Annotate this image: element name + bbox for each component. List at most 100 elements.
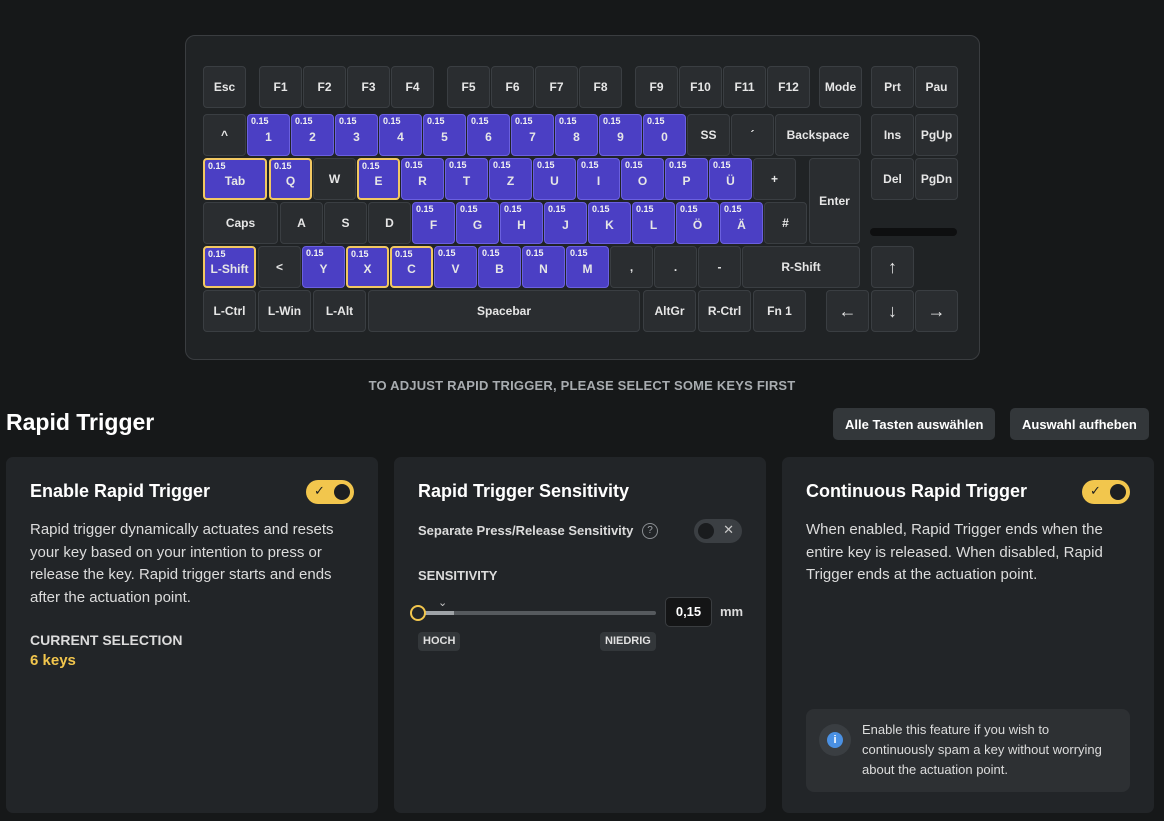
select-all-button[interactable]: Alle Tasten auswählen bbox=[833, 408, 996, 440]
key-s[interactable]: S bbox=[324, 202, 367, 244]
key-f1[interactable]: F1 bbox=[259, 66, 302, 108]
key-2[interactable]: 2 0.15 bbox=[291, 114, 334, 156]
key-r-ctrl[interactable]: R-Ctrl bbox=[698, 290, 751, 332]
sensitivity-handle[interactable] bbox=[410, 605, 426, 621]
key-+[interactable]: + bbox=[753, 158, 796, 200]
key-y[interactable]: Y 0.15 bbox=[302, 246, 345, 288]
key-label: L-Ctrl bbox=[213, 304, 246, 318]
key-5[interactable]: 5 0.15 bbox=[423, 114, 466, 156]
key-0[interactable]: 0 0.15 bbox=[643, 114, 686, 156]
key-9[interactable]: 9 0.15 bbox=[599, 114, 642, 156]
key-<[interactable]: < bbox=[258, 246, 301, 288]
clear-selection-button[interactable]: Auswahl aufheben bbox=[1010, 408, 1149, 440]
key-spacebar[interactable]: Spacebar bbox=[368, 290, 640, 332]
key--[interactable]: - bbox=[698, 246, 741, 288]
key-label: F4 bbox=[405, 80, 420, 94]
key-pgup[interactable]: PgUp bbox=[915, 114, 958, 156]
key-e[interactable]: E 0.15 bbox=[357, 158, 400, 200]
key-p[interactable]: P 0.15 bbox=[665, 158, 708, 200]
key-4[interactable]: 4 0.15 bbox=[379, 114, 422, 156]
key-m[interactable]: M 0.15 bbox=[566, 246, 609, 288]
key-k[interactable]: K 0.15 bbox=[588, 202, 631, 244]
key-←[interactable]: ← bbox=[826, 290, 869, 332]
key-ins[interactable]: Ins bbox=[871, 114, 914, 156]
key-r[interactable]: R 0.15 bbox=[401, 158, 444, 200]
key-1[interactable]: 1 0.15 bbox=[247, 114, 290, 156]
key-→[interactable]: → bbox=[915, 290, 958, 332]
key-f4[interactable]: F4 bbox=[391, 66, 434, 108]
key-label: U bbox=[550, 174, 559, 188]
key-v[interactable]: V 0.15 bbox=[434, 246, 477, 288]
key-value: 0.15 bbox=[208, 249, 226, 259]
key-n[interactable]: N 0.15 bbox=[522, 246, 565, 288]
key-f[interactable]: F 0.15 bbox=[412, 202, 455, 244]
key-t[interactable]: T 0.15 bbox=[445, 158, 488, 200]
key-f7[interactable]: F7 bbox=[535, 66, 578, 108]
key-pgdn[interactable]: PgDn bbox=[915, 158, 958, 200]
key-x[interactable]: X 0.15 bbox=[346, 246, 389, 288]
key-fn-1[interactable]: Fn 1 bbox=[753, 290, 806, 332]
key-pau[interactable]: Pau bbox=[915, 66, 958, 108]
key-6[interactable]: 6 0.15 bbox=[467, 114, 510, 156]
key-f9[interactable]: F9 bbox=[635, 66, 678, 108]
key-#[interactable]: # bbox=[764, 202, 807, 244]
key-f3[interactable]: F3 bbox=[347, 66, 390, 108]
key-value: 0.15 bbox=[405, 160, 423, 170]
key-d[interactable]: D bbox=[368, 202, 411, 244]
key-,[interactable]: , bbox=[610, 246, 653, 288]
key-.[interactable]: . bbox=[654, 246, 697, 288]
key-j[interactable]: J 0.15 bbox=[544, 202, 587, 244]
key-ö[interactable]: Ö 0.15 bbox=[676, 202, 719, 244]
key-tab[interactable]: Tab 0.15 bbox=[203, 158, 267, 200]
key-u[interactable]: U 0.15 bbox=[533, 158, 576, 200]
key-i[interactable]: I 0.15 bbox=[577, 158, 620, 200]
key-q[interactable]: Q 0.15 bbox=[269, 158, 312, 200]
continuous-toggle[interactable]: ✓ bbox=[1082, 480, 1130, 504]
key-del[interactable]: Del bbox=[871, 158, 914, 200]
key-ss[interactable]: SS bbox=[687, 114, 730, 156]
key-mode[interactable]: Mode bbox=[819, 66, 862, 108]
key-f12[interactable]: F12 bbox=[767, 66, 810, 108]
key-7[interactable]: 7 0.15 bbox=[511, 114, 554, 156]
key-altgr[interactable]: AltGr bbox=[643, 290, 696, 332]
key-z[interactable]: Z 0.15 bbox=[489, 158, 532, 200]
key-^[interactable]: ^ bbox=[203, 114, 246, 156]
separate-sensitivity-toggle[interactable]: ✕ bbox=[694, 519, 742, 543]
key-caps[interactable]: Caps bbox=[203, 202, 278, 244]
key-value: 0.15 bbox=[625, 160, 643, 170]
key-g[interactable]: G 0.15 bbox=[456, 202, 499, 244]
key-f11[interactable]: F11 bbox=[723, 66, 766, 108]
key-l-alt[interactable]: L-Alt bbox=[313, 290, 366, 332]
key-´[interactable]: ´ bbox=[731, 114, 774, 156]
key-l[interactable]: L 0.15 bbox=[632, 202, 675, 244]
help-icon[interactable]: ? bbox=[642, 523, 658, 539]
key-value: 0.15 bbox=[680, 204, 698, 214]
key-l-ctrl[interactable]: L-Ctrl bbox=[203, 290, 256, 332]
key-f5[interactable]: F5 bbox=[447, 66, 490, 108]
key-enter[interactable]: Enter bbox=[809, 158, 860, 244]
key-f8[interactable]: F8 bbox=[579, 66, 622, 108]
key-r-shift[interactable]: R-Shift bbox=[742, 246, 860, 288]
key-c[interactable]: C 0.15 bbox=[390, 246, 433, 288]
key-↓[interactable]: ↓ bbox=[871, 290, 914, 332]
key-f6[interactable]: F6 bbox=[491, 66, 534, 108]
key-ü[interactable]: Ü 0.15 bbox=[709, 158, 752, 200]
key-f2[interactable]: F2 bbox=[303, 66, 346, 108]
key-3[interactable]: 3 0.15 bbox=[335, 114, 378, 156]
key-a[interactable]: A bbox=[280, 202, 323, 244]
key-l-win[interactable]: L-Win bbox=[258, 290, 311, 332]
key-f10[interactable]: F10 bbox=[679, 66, 722, 108]
key-↑[interactable]: ↑ bbox=[871, 246, 914, 288]
key-esc[interactable]: Esc bbox=[203, 66, 246, 108]
key-prt[interactable]: Prt bbox=[871, 66, 914, 108]
key-w[interactable]: W bbox=[313, 158, 356, 200]
key-o[interactable]: O 0.15 bbox=[621, 158, 664, 200]
enable-toggle[interactable]: ✓ bbox=[306, 480, 354, 504]
key-backspace[interactable]: Backspace bbox=[775, 114, 861, 156]
sensitivity-input[interactable]: 0,15 bbox=[665, 597, 712, 627]
key-h[interactable]: H 0.15 bbox=[500, 202, 543, 244]
key-ä[interactable]: Ä 0.15 bbox=[720, 202, 763, 244]
key-8[interactable]: 8 0.15 bbox=[555, 114, 598, 156]
key-b[interactable]: B 0.15 bbox=[478, 246, 521, 288]
key-l-shift[interactable]: L-Shift 0.15 bbox=[203, 246, 256, 288]
